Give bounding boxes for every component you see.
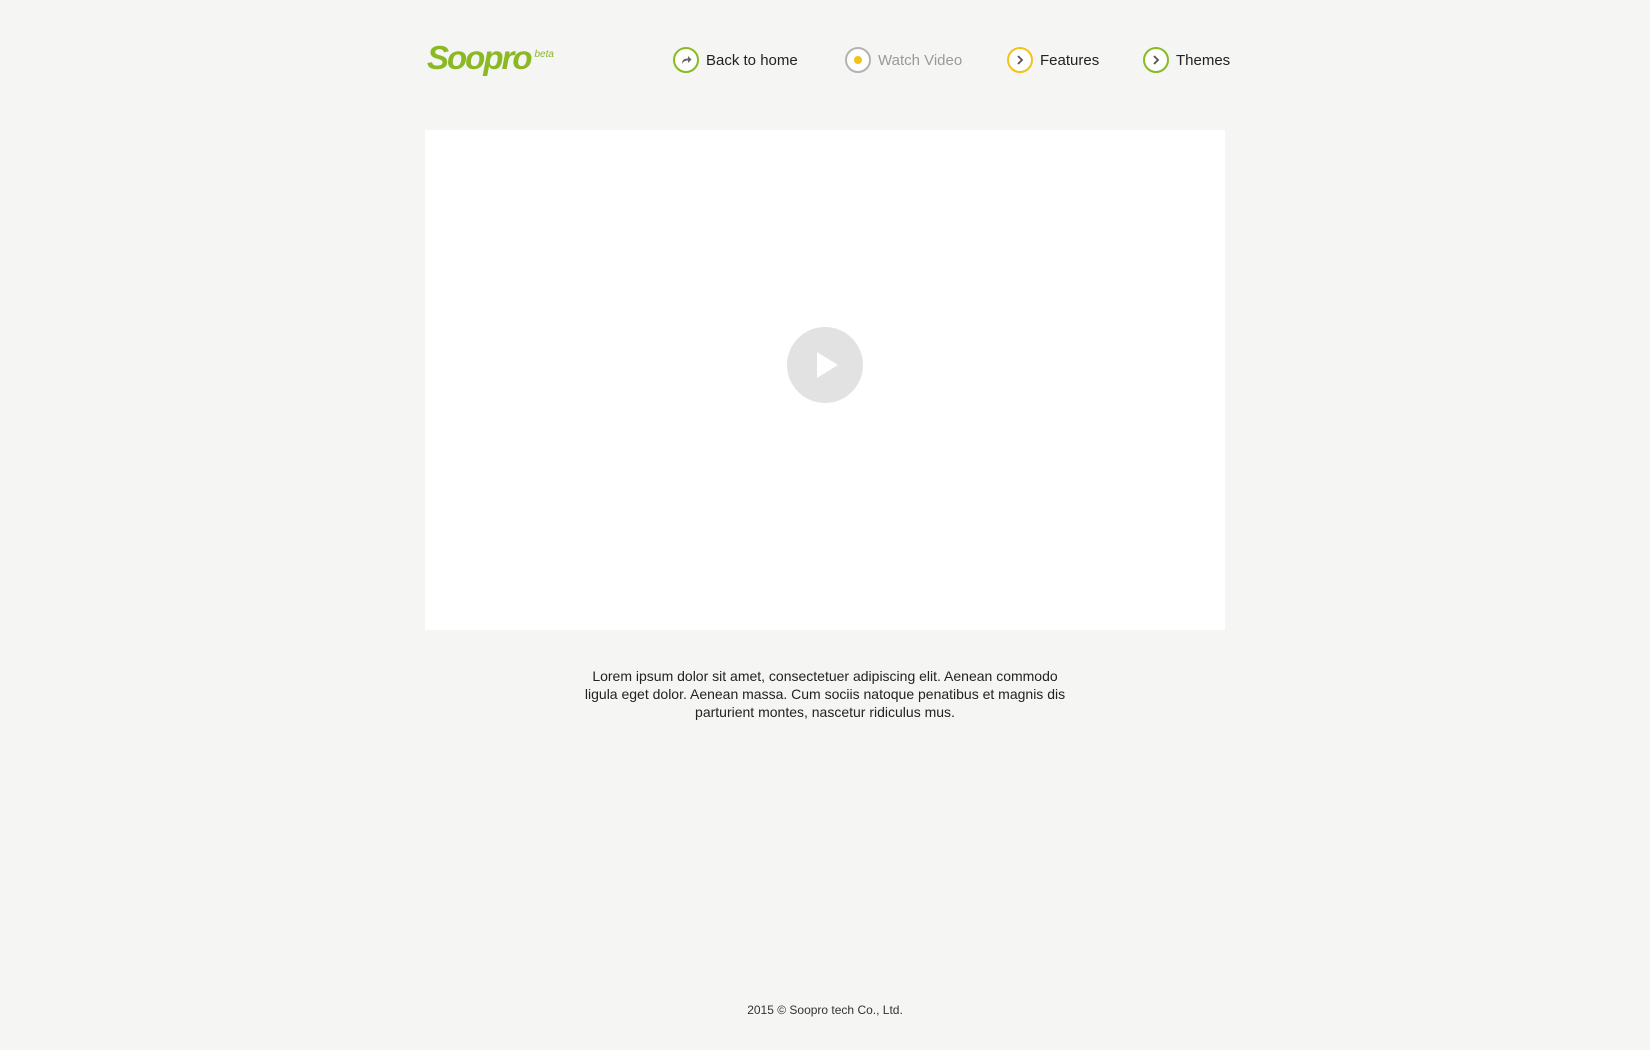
play-button[interactable]: [787, 327, 863, 403]
logo-wordmark: Soopro: [427, 39, 532, 76]
chevron-right-icon: [1007, 47, 1033, 73]
nav-label: Features: [1040, 51, 1100, 69]
video-description: Lorem ipsum dolor sit amet, consectetuer…: [584, 668, 1066, 720]
beta-tag: beta: [534, 49, 554, 60]
site-header: Soopro beta Back to home Watch Video Fea…: [425, 38, 1230, 82]
video-player[interactable]: [425, 130, 1225, 630]
nav-label: Back to home: [706, 51, 798, 69]
nav-themes[interactable]: Themes: [1143, 46, 1230, 74]
chevron-right-icon: [1143, 47, 1169, 73]
nav-watch-video[interactable]: Watch Video: [845, 46, 962, 74]
soopro-logo[interactable]: Soopro beta: [427, 40, 554, 76]
nav-label: Watch Video: [878, 51, 963, 69]
dot-icon: [845, 47, 871, 73]
share-arrow-icon: [673, 47, 699, 73]
nav-back-to-home[interactable]: Back to home: [673, 46, 798, 74]
footer-copyright: 2015 © Soopro tech Co., Ltd.: [747, 1003, 903, 1017]
play-icon: [817, 352, 838, 378]
nav-label: Themes: [1176, 51, 1231, 69]
nav-features[interactable]: Features: [1007, 46, 1099, 74]
